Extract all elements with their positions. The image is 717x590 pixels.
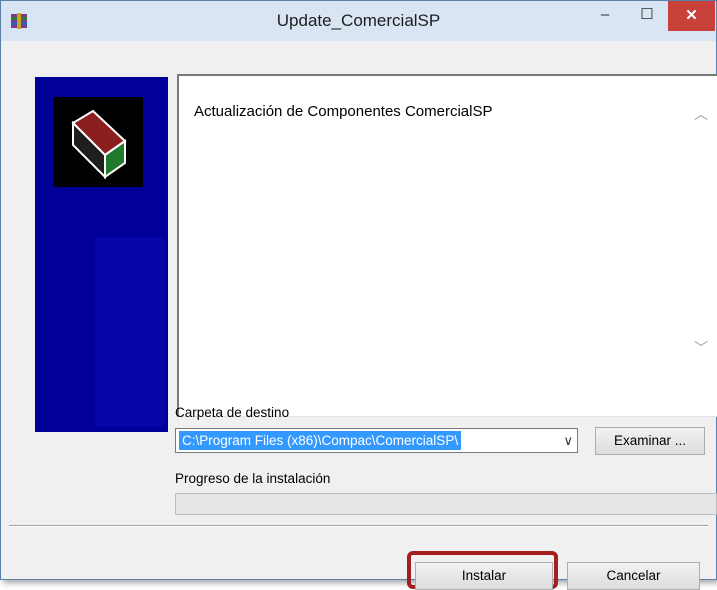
- progress-label: Progreso de la instalación: [175, 471, 331, 486]
- install-progress-bar: [175, 493, 717, 515]
- installer-window: Update_ComercialSP ‒ ☐ ✕ Actualización d…: [0, 0, 717, 590]
- close-button[interactable]: ✕: [668, 1, 715, 31]
- scroll-up-icon[interactable]: ︿: [691, 104, 711, 124]
- destination-combobox[interactable]: C:\Program Files (x86)\Compac\ComercialS…: [175, 428, 578, 453]
- browse-button[interactable]: Examinar ...: [595, 427, 705, 455]
- cancel-button[interactable]: Cancelar: [567, 562, 700, 590]
- maximize-button[interactable]: ☐: [628, 2, 666, 30]
- destination-path[interactable]: C:\Program Files (x86)\Compac\ComercialS…: [179, 431, 462, 450]
- banner-stripe: [95, 237, 165, 427]
- readme-text: Actualización de Componentes ComercialSP: [194, 103, 493, 120]
- package-box-icon: [53, 97, 143, 187]
- destination-label: Carpeta de destino: [175, 405, 290, 420]
- install-button[interactable]: Instalar: [415, 562, 553, 590]
- minimize-button[interactable]: ‒: [586, 2, 624, 30]
- readme-textarea[interactable]: Actualización de Componentes ComercialSP…: [177, 74, 717, 417]
- side-banner: [35, 77, 168, 432]
- chevron-down-icon[interactable]: ∨: [563, 430, 573, 452]
- footer-separator: [9, 525, 708, 527]
- title-bar[interactable]: Update_ComercialSP ‒ ☐ ✕: [1, 1, 716, 41]
- scroll-down-icon[interactable]: ﹀: [691, 338, 711, 358]
- dialog-body: Actualización de Componentes ComercialSP…: [9, 42, 717, 590]
